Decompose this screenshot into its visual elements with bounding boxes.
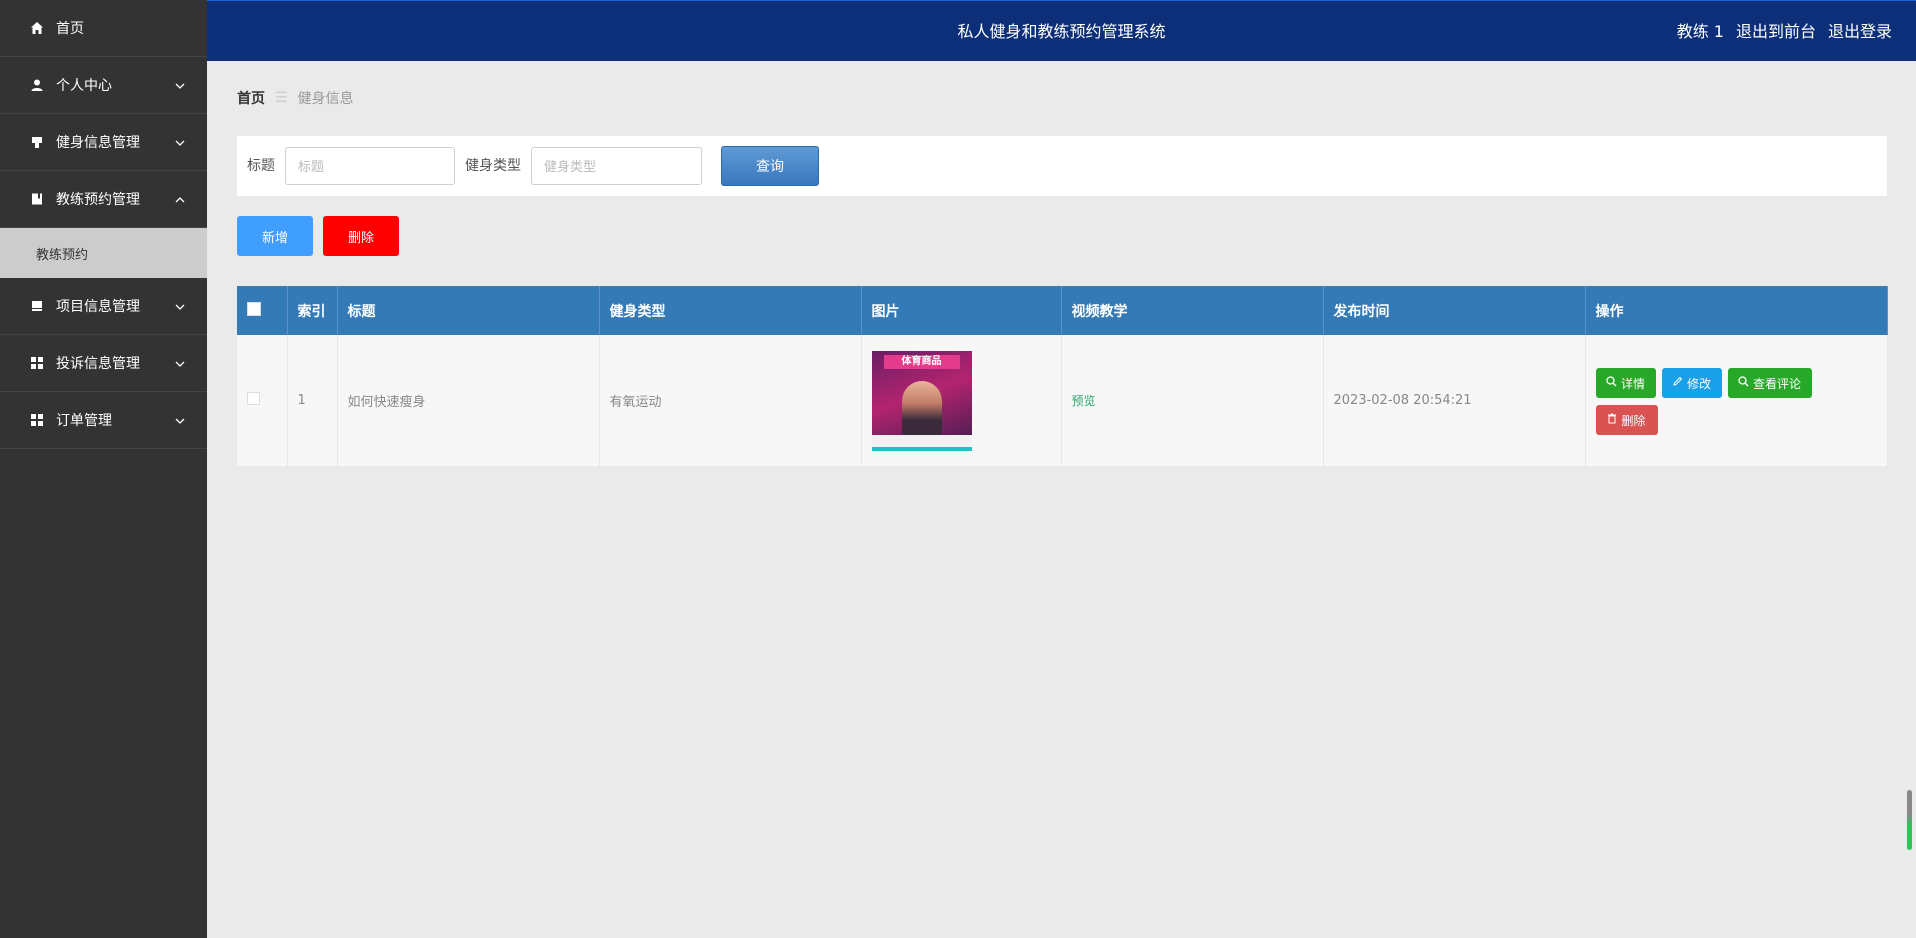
breadcrumb-separator: ☰ (275, 90, 288, 106)
row-select-cell (237, 335, 288, 466)
data-table: 索引 标题 健身类型 图片 视频教学 发布时间 操作 1 如何快速瘦身 有氧运动… (237, 286, 1888, 466)
type-search-label: 健身类型 (465, 158, 521, 174)
search-icon (1606, 376, 1617, 390)
view-comments-label: 查看评论 (1752, 376, 1801, 391)
detail-button[interactable]: 详情 (1595, 368, 1656, 398)
breadcrumb: 首页 ☰ 健身信息 (237, 88, 354, 108)
user-actions: 教练 1 退出到前台 退出登录 (1677, 1, 1892, 62)
book-icon (28, 190, 46, 208)
breadcrumb-home[interactable]: 首页 (237, 88, 265, 108)
header-bar: 私人健身和教练预约管理系统 教练 1 退出到前台 退出登录 (207, 0, 1916, 61)
table-row: 1 如何快速瘦身 有氧运动 体育商品 预览 2023-02-08 20:54:2… (237, 335, 1888, 466)
row-delete-label: 删除 (1621, 413, 1646, 428)
sidebar-item-personal-center[interactable]: 个人中心 (0, 57, 207, 114)
type-cell: 有氧运动 (599, 335, 862, 466)
thumbnail-figure (901, 380, 942, 437)
folder-icon (28, 297, 46, 315)
video-cell: 预览 (1061, 335, 1324, 466)
breadcrumb-current: 健身信息 (297, 91, 354, 107)
search-icon (1738, 376, 1749, 390)
image-cell: 体育商品 (861, 335, 1062, 466)
app-title: 私人健身和教练预约管理系统 (957, 22, 1166, 41)
sidebar-item-label: 订单管理 (56, 413, 112, 429)
sidebar-item-project-info[interactable]: 项目信息管理 (0, 278, 207, 335)
logout-link[interactable]: 退出登录 (1828, 1, 1892, 62)
column-header: 索引 (287, 286, 338, 335)
column-header: 图片 (861, 286, 1062, 335)
user-icon (28, 76, 46, 94)
detail-button-label: 详情 (1620, 376, 1645, 391)
sidebar-item-label: 教练预约管理 (56, 192, 140, 208)
current-user: 教练 1 (1676, 22, 1724, 41)
select-all-header (237, 286, 288, 335)
select-all-checkbox[interactable] (247, 301, 261, 316)
edit-button-label: 修改 (1686, 376, 1711, 391)
view-comments-button[interactable]: 查看评论 (1727, 368, 1812, 398)
sidebar-item-complaint-info[interactable]: 投诉信息管理 (0, 335, 207, 392)
sidebar: 首页 个人中心 健身信息管理 教练预约管理 教练预约 项目信息管理 投诉信息管理… (0, 0, 207, 938)
video-preview-link[interactable]: 预览 (1072, 394, 1096, 408)
column-header: 视频教学 (1061, 286, 1324, 335)
sidebar-item-home[interactable]: 首页 (0, 0, 207, 57)
title-search-input[interactable] (285, 147, 455, 185)
chevron-down-icon (175, 412, 185, 428)
sidebar-item-fitness-info[interactable]: 健身信息管理 (0, 114, 207, 171)
column-header: 标题 (337, 286, 600, 335)
grid-icon (28, 354, 46, 372)
column-header: 操作 (1585, 286, 1888, 335)
sidebar-item-coach-booking[interactable]: 教练预约管理 (0, 171, 207, 228)
chevron-down-icon (175, 298, 185, 314)
sidebar-item-orders[interactable]: 订单管理 (0, 392, 207, 449)
thumbnail-stripe (871, 446, 972, 451)
chevron-down-icon (175, 134, 185, 150)
sidebar-item-label: 个人中心 (56, 78, 112, 94)
trash-icon (1607, 413, 1617, 427)
row-checkbox[interactable] (247, 392, 260, 405)
folder-icon (28, 133, 46, 151)
sidebar-item-label: 项目信息管理 (56, 299, 140, 315)
scrollbar[interactable] (1907, 790, 1912, 850)
table-header-row: 索引 标题 健身类型 图片 视频教学 发布时间 操作 (237, 286, 1888, 335)
query-button[interactable]: 查询 (721, 146, 819, 186)
search-panel: 标题 健身类型 查询 (237, 136, 1887, 196)
chevron-up-icon (175, 191, 185, 207)
chevron-down-icon (175, 77, 185, 93)
grid-icon (28, 411, 46, 429)
sidebar-item-label: 首页 (56, 21, 84, 37)
exit-to-front-link[interactable]: 退出到前台 (1736, 1, 1816, 62)
index-cell: 1 (287, 335, 338, 466)
sidebar-item-label: 健身信息管理 (56, 135, 140, 151)
title-cell: 如何快速瘦身 (337, 335, 600, 466)
fitness-thumbnail-image: 体育商品 (871, 350, 972, 451)
operations-cell: 详情 修改 查看评论 删除 (1585, 335, 1888, 466)
time-cell: 2023-02-08 20:54:21 (1323, 335, 1586, 466)
edit-icon (1672, 376, 1683, 390)
delete-button[interactable]: 删除 (323, 216, 399, 256)
column-header: 发布时间 (1323, 286, 1586, 335)
home-icon (28, 19, 46, 37)
thumbnail-caption: 体育商品 (883, 354, 960, 369)
row-delete-button[interactable]: 删除 (1595, 405, 1658, 435)
sidebar-subitem-label: 教练预约 (36, 247, 89, 263)
sidebar-item-label: 投诉信息管理 (56, 356, 140, 372)
column-header: 健身类型 (599, 286, 862, 335)
add-button[interactable]: 新增 (237, 216, 313, 256)
title-search-label: 标题 (247, 158, 275, 174)
sidebar-subitem-coach-booking[interactable]: 教练预约 (0, 228, 207, 278)
edit-button[interactable]: 修改 (1661, 368, 1722, 398)
type-search-input[interactable] (531, 147, 702, 185)
chevron-down-icon (175, 355, 185, 371)
